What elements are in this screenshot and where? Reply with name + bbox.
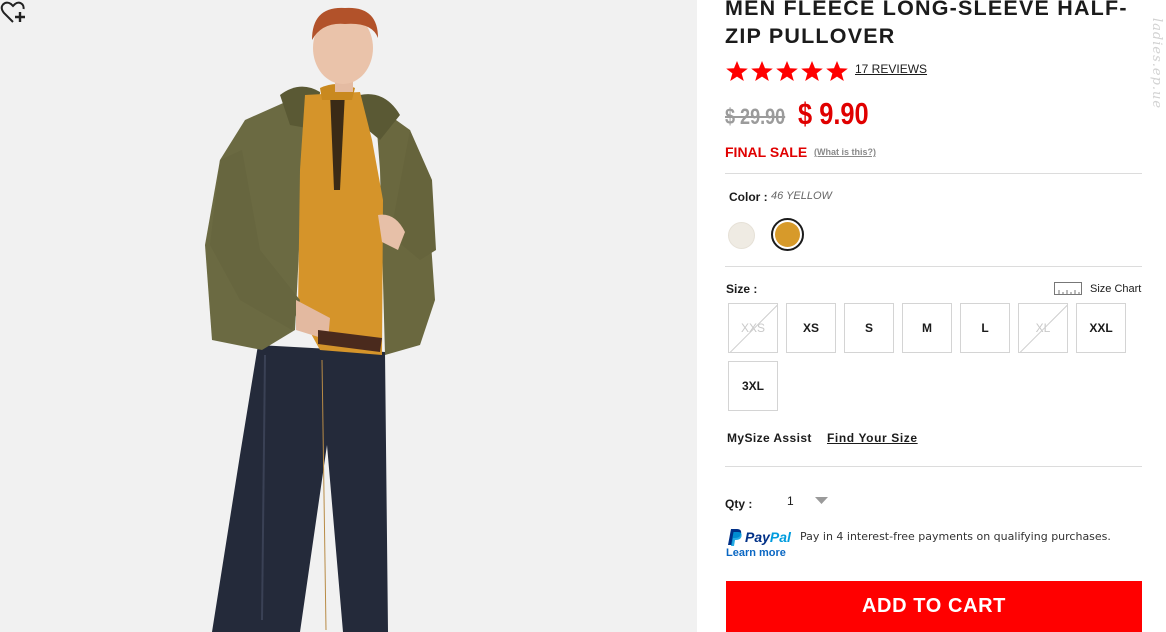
size-option-l[interactable]: L <box>960 303 1010 353</box>
paypal-learn-more-link[interactable]: Learn more <box>726 547 786 559</box>
color-label: Color : <box>729 190 768 204</box>
size-option-xl[interactable]: XL <box>1018 303 1068 353</box>
model-illustration <box>0 0 697 632</box>
unavailable-slash <box>729 304 777 352</box>
quantity-label: Qty : <box>725 497 753 511</box>
rating-stars <box>725 60 849 82</box>
product-title: MEN FLEECE LONG-SLEEVE HALF-ZIP PULLOVER <box>725 0 1128 48</box>
heart-plus-icon[interactable] <box>0 0 28 26</box>
size-option-3xl[interactable]: 3XL <box>728 361 778 411</box>
size-option-xxs[interactable]: XXS <box>728 303 778 353</box>
size-option-label: XXL <box>1089 321 1113 335</box>
final-sale-label: FINAL SALE <box>725 144 808 160</box>
sale-price: $ 9.90 <box>798 96 869 131</box>
paypal-message: Pay in 4 interest-free payments on quali… <box>800 530 1111 543</box>
what-is-this-link[interactable]: (What is this?) <box>814 147 876 157</box>
paypal-logo-text: PayPal <box>745 529 792 545</box>
swatch-fill <box>775 222 800 247</box>
size-option-s[interactable]: S <box>844 303 894 353</box>
size-option-xxl[interactable]: XXL <box>1076 303 1126 353</box>
product-image <box>0 0 697 632</box>
original-price: $ 29.90 <box>725 104 786 129</box>
size-option-label: 3XL <box>741 379 764 393</box>
star-icon <box>776 61 798 81</box>
quantity-select[interactable]: 1 <box>787 494 794 508</box>
divider <box>725 173 1142 174</box>
size-option-xs[interactable]: XS <box>786 303 836 353</box>
size-option-label: S <box>864 321 873 335</box>
ruler-icon[interactable] <box>1054 282 1082 295</box>
star-icon <box>726 61 748 81</box>
size-label: Size : <box>726 282 758 296</box>
star-icon <box>801 61 823 81</box>
size-option-label: L <box>981 321 989 335</box>
chevron-down-icon[interactable] <box>815 497 828 505</box>
size-option-m[interactable]: M <box>902 303 952 353</box>
color-swatch-off-white[interactable] <box>728 222 755 249</box>
size-option-label: M <box>922 321 932 335</box>
paypal-logo: PayPal <box>728 529 792 546</box>
find-your-size-link[interactable]: Find Your Size <box>827 431 918 445</box>
mysize-assist-label: MySize Assist <box>727 431 812 445</box>
size-option-label: XS <box>802 321 819 335</box>
divider <box>725 466 1142 467</box>
star-icon <box>826 61 848 81</box>
color-selected-value: 46 YELLOW <box>771 190 832 202</box>
divider <box>725 266 1142 267</box>
color-swatch-yellow[interactable] <box>771 218 804 251</box>
unavailable-slash <box>1019 304 1067 352</box>
add-to-cart-button[interactable]: ADD TO CART <box>726 581 1142 632</box>
reviews-link[interactable]: 17 REVIEWS <box>855 62 927 76</box>
star-icon <box>751 61 773 81</box>
size-chart-link[interactable]: Size Chart <box>1090 283 1141 295</box>
watermark: ladies.ep.ue <box>1149 18 1164 110</box>
